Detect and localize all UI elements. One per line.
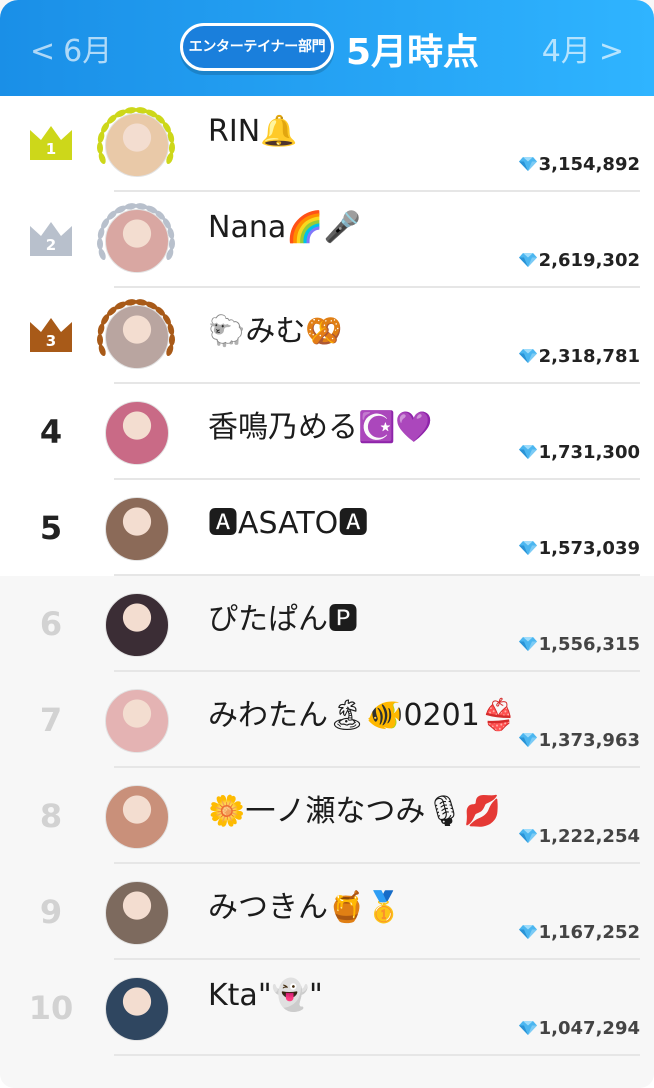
avatar[interactable]: [105, 113, 169, 177]
ranking-header: <6月 エンターテイナー部門 5月時点 4月 >: [0, 0, 654, 96]
streamer-name[interactable]: みわたん🏝🐠0201👙: [208, 690, 517, 734]
avatar[interactable]: [105, 881, 169, 945]
diamond-icon: [518, 733, 537, 747]
score: 1,373,963: [518, 730, 640, 751]
score-value: 2,318,781: [538, 346, 640, 367]
rank-number: 6: [39, 605, 63, 643]
ranking-row[interactable]: 10 Kta"👻" 1,047,294: [0, 960, 654, 1056]
ranking-row[interactable]: 5 🅰ASATO🅰 1,573,039: [0, 480, 654, 576]
score-value: 1,167,252: [538, 922, 640, 943]
chevron-right-icon: >: [598, 34, 624, 69]
ranking-card: <6月 エンターテイナー部門 5月時点 4月 > 1 RIN🔔 3,154,892 2 N…: [0, 0, 654, 1088]
diamond-icon: [518, 253, 537, 267]
score: 1,731,300: [518, 442, 640, 463]
ranking-row[interactable]: 4 香鳴乃める☪️💜 1,731,300: [0, 384, 654, 480]
rank-number: 1: [45, 140, 57, 158]
chevron-left-icon: <: [30, 34, 56, 69]
avatar[interactable]: [105, 593, 169, 657]
avatar[interactable]: [105, 401, 169, 465]
rank-number: 8: [39, 797, 63, 835]
score-value: 1,222,254: [538, 826, 640, 847]
prev-month-link[interactable]: <6月: [22, 26, 112, 70]
ranking-list: 1 RIN🔔 3,154,892 2 Nana🌈🎤 2,619,302 3 🐑みむ🥨 2,318…: [0, 96, 654, 1056]
ranking-row[interactable]: 8 🌼一ノ瀬なつみ🎙💋 1,222,254: [0, 768, 654, 864]
diamond-icon: [518, 445, 537, 459]
streamer-name[interactable]: Kta"👻": [208, 978, 323, 1013]
avatar[interactable]: [105, 785, 169, 849]
score: 3,154,892: [518, 154, 640, 175]
prev-month-label: 6月: [63, 34, 113, 69]
streamer-name[interactable]: 🌼一ノ瀬なつみ🎙💋: [208, 786, 501, 830]
score: 1,047,294: [518, 1018, 640, 1039]
diamond-icon: [518, 157, 537, 171]
category-badge[interactable]: エンターテイナー部門: [180, 23, 334, 71]
score: 1,573,039: [518, 538, 640, 559]
score-value: 2,619,302: [538, 250, 640, 271]
rank-number: 7: [39, 701, 63, 739]
avatar[interactable]: [105, 689, 169, 753]
avatar[interactable]: [105, 977, 169, 1041]
diamond-icon: [518, 925, 537, 939]
diamond-icon: [518, 349, 537, 363]
next-month-label: 4月: [541, 34, 591, 69]
ranking-row[interactable]: 1 RIN🔔 3,154,892: [0, 96, 654, 192]
rank-number: 4: [39, 413, 63, 451]
score-value: 1,047,294: [538, 1018, 640, 1039]
row-divider: [114, 1054, 640, 1056]
crown-silver-icon: 2: [30, 222, 72, 256]
rank-number: 10: [28, 989, 74, 1027]
score-value: 1,731,300: [538, 442, 640, 463]
avatar[interactable]: [105, 497, 169, 561]
ranking-row[interactable]: 7 みわたん🏝🐠0201👙 1,373,963: [0, 672, 654, 768]
rank-number: 9: [39, 893, 63, 931]
score-value: 1,573,039: [538, 538, 640, 559]
ranking-row[interactable]: 6 ぴたぱん🅿 1,556,315: [0, 576, 654, 672]
period-title: 5月時点: [346, 32, 480, 73]
diamond-icon: [518, 1021, 537, 1035]
diamond-icon: [518, 541, 537, 555]
score-value: 1,556,315: [538, 634, 640, 655]
streamer-name[interactable]: ぴたぱん🅿: [208, 594, 358, 638]
score-value: 3,154,892: [538, 154, 640, 175]
score: 1,167,252: [518, 922, 640, 943]
streamer-name[interactable]: 🐑みむ🥨: [208, 306, 343, 350]
avatar[interactable]: [105, 209, 169, 273]
score: 2,619,302: [518, 250, 640, 271]
rank-number: 2: [45, 236, 57, 254]
streamer-name[interactable]: Nana🌈🎤: [208, 210, 361, 245]
score: 1,556,315: [518, 634, 640, 655]
crown-gold-icon: 1: [30, 126, 72, 160]
next-month-link[interactable]: 4月 >: [542, 26, 632, 70]
streamer-name[interactable]: 🅰ASATO🅰: [208, 498, 368, 542]
streamer-name[interactable]: RIN🔔: [208, 114, 298, 149]
avatar[interactable]: [105, 305, 169, 369]
ranking-row[interactable]: 3 🐑みむ🥨 2,318,781: [0, 288, 654, 384]
ranking-row[interactable]: 9 みつきん🍯🥇 1,167,252: [0, 864, 654, 960]
streamer-name[interactable]: みつきん🍯🥇: [208, 882, 403, 926]
score-value: 1,373,963: [538, 730, 640, 751]
rank-number: 3: [45, 332, 57, 350]
crown-bronze-icon: 3: [30, 318, 72, 352]
streamer-name[interactable]: 香鳴乃める☪️💜: [208, 402, 433, 446]
score: 2,318,781: [518, 346, 640, 367]
ranking-row[interactable]: 2 Nana🌈🎤 2,619,302: [0, 192, 654, 288]
rank-number: 5: [39, 509, 63, 547]
score: 1,222,254: [518, 826, 640, 847]
diamond-icon: [518, 829, 537, 843]
diamond-icon: [518, 637, 537, 651]
